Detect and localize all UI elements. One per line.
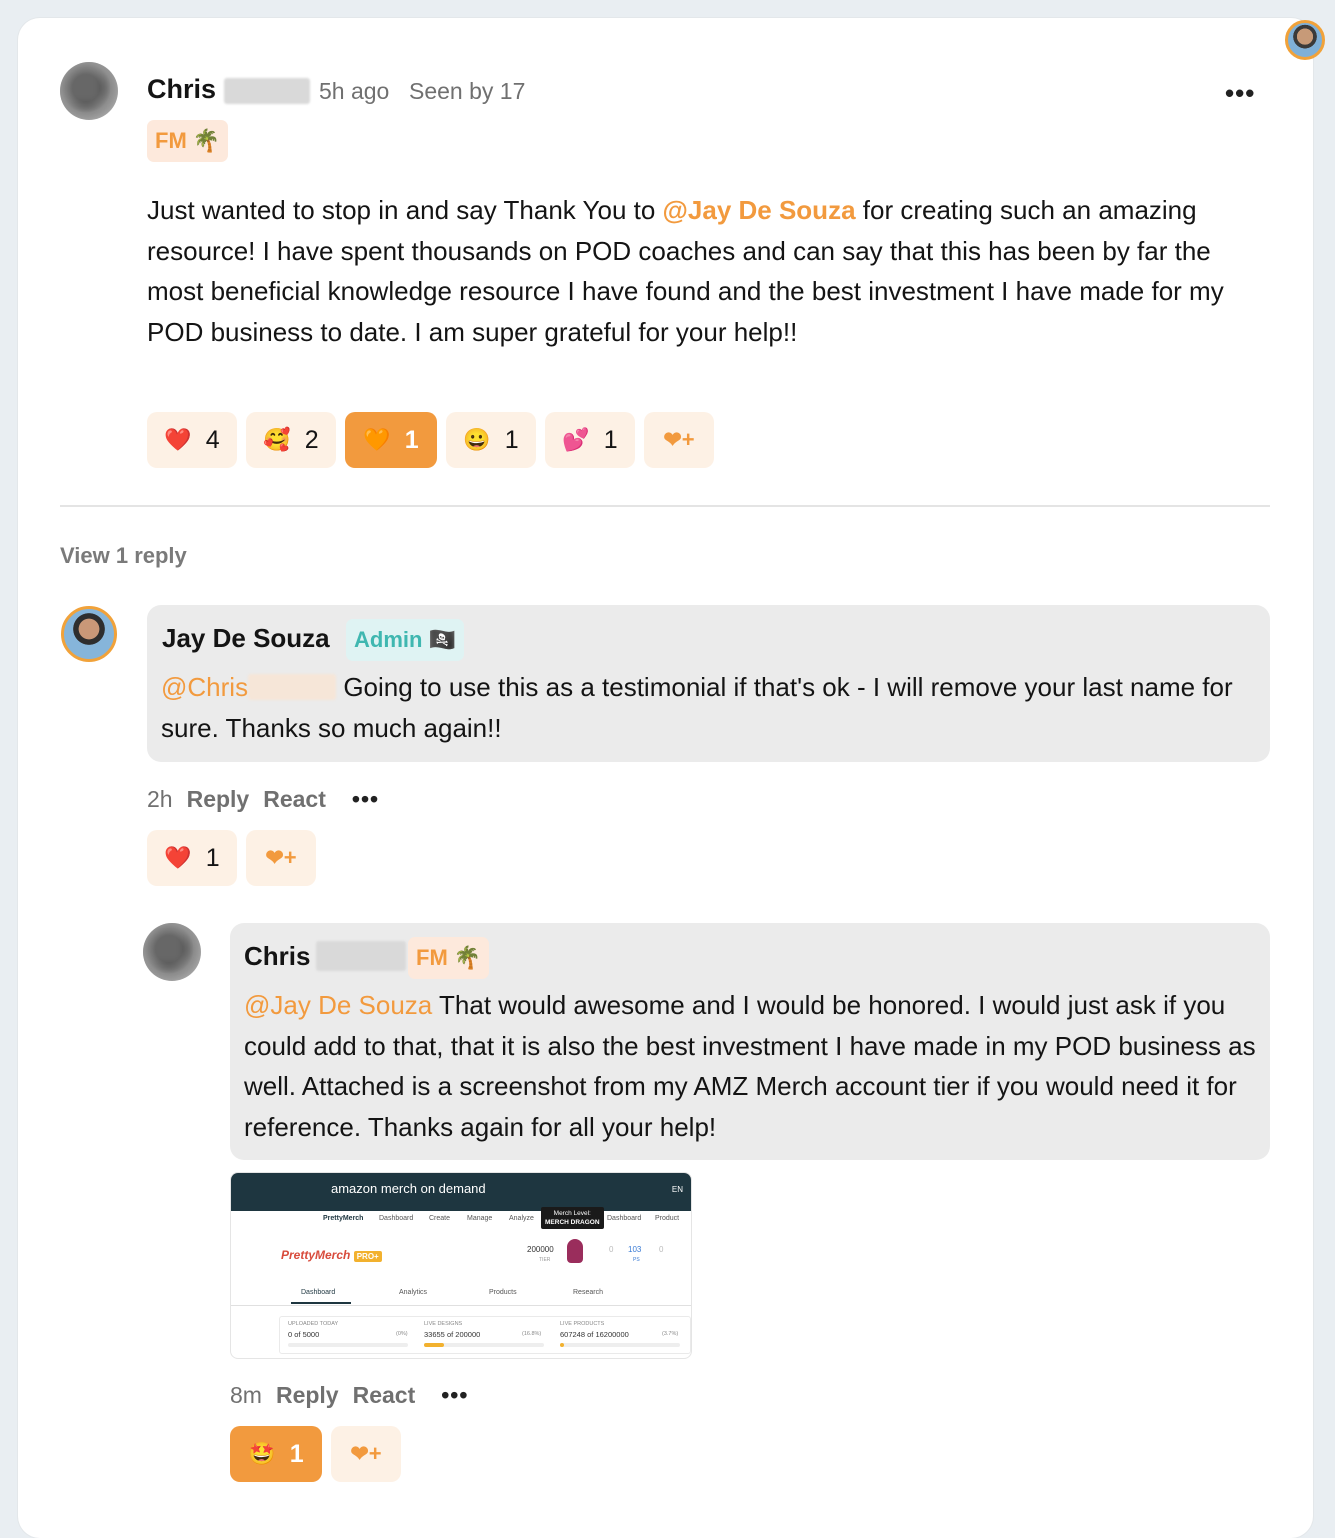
mention-link[interactable]: @Jay De Souza: [244, 990, 432, 1020]
reply-time: 2h: [147, 786, 173, 812]
nested-author-lastname-redacted: [316, 941, 406, 971]
post-time: 5h ago: [319, 78, 390, 104]
nested-reply-author-avatar[interactable]: [143, 923, 201, 981]
attachment-image[interactable]: amazon merch on demand EN PrettyMerch Da…: [230, 1172, 692, 1359]
reaction-smiling-hearts[interactable]: 🥰 2: [246, 412, 336, 468]
mention-link[interactable]: @Jay De Souza: [663, 195, 856, 225]
reaction-heart[interactable]: ❤️ 4: [147, 412, 237, 468]
ps-label: PS: [633, 1257, 640, 1263]
seen-by[interactable]: Seen by 17: [409, 78, 525, 105]
reply-more-button[interactable]: •••: [352, 786, 379, 813]
add-reaction-button[interactable]: ❤+: [331, 1426, 401, 1482]
author-tag: FM 🌴: [147, 120, 229, 162]
reaction-grin[interactable]: 😀 1: [446, 412, 536, 468]
reaction-two-hearts[interactable]: 💕 1: [545, 412, 635, 468]
add-reaction-icon: ❤+: [350, 1441, 382, 1466]
mention-lastname-redacted: [248, 674, 337, 700]
add-reaction-icon: ❤+: [265, 845, 297, 870]
nested-reply-actions: 8m Reply React •••: [230, 1382, 468, 1409]
reaction-heart[interactable]: ❤️ 1: [147, 830, 237, 886]
attachment-brand: amazon merch on demand: [331, 1181, 486, 1196]
nested-reply-author-name[interactable]: Chris: [244, 941, 310, 972]
react-button[interactable]: React: [353, 1382, 416, 1409]
attachment-tabs: Dashboard Analytics Products Research: [231, 1283, 691, 1306]
merch-level-tooltip: Merch Level: MERCH DRAGON: [541, 1207, 604, 1229]
nested-reply-more-button[interactable]: •••: [441, 1382, 468, 1409]
author-name[interactable]: Chris: [147, 74, 216, 105]
react-button[interactable]: React: [263, 786, 326, 813]
orange-heart-icon: 🧡: [363, 427, 391, 452]
dragon-icon: [567, 1239, 583, 1263]
reply-author-name[interactable]: Jay De Souza: [162, 623, 330, 654]
reaction-star-struck[interactable]: 🤩 1: [230, 1426, 322, 1482]
reply-author-avatar[interactable]: [61, 606, 117, 662]
current-user-avatar[interactable]: [1285, 20, 1325, 60]
reply-button[interactable]: Reply: [187, 786, 250, 813]
reply-actions: 2h Reply React •••: [147, 786, 379, 813]
tier-label: TIER: [539, 1257, 551, 1263]
nested-author-tag: FM 🌴: [408, 937, 490, 979]
ps-value: 103: [628, 1245, 642, 1254]
reply-body: @Chris Going to use this as a testimonia…: [161, 672, 1233, 743]
grin-icon: 😀: [463, 427, 491, 452]
post-body: Just wanted to stop in and say Thank You…: [147, 195, 1224, 347]
divider: [60, 505, 1270, 507]
view-replies-link[interactable]: View 1 reply: [60, 543, 187, 569]
add-reaction-button[interactable]: ❤+: [246, 830, 316, 886]
add-reaction-button[interactable]: ❤+: [644, 412, 714, 468]
attachment-lang: EN: [671, 1185, 683, 1194]
admin-tag: Admin 🏴‍☠️: [346, 619, 464, 661]
post-more-button[interactable]: •••: [1225, 78, 1255, 109]
author-avatar[interactable]: [60, 62, 118, 120]
attachment-stats-panel: UPLOADED TODAY 0 of 5000 (0%) LIVE DESIG…: [279, 1316, 691, 1354]
heart-icon: ❤️: [164, 845, 192, 870]
heart-icon: ❤️: [164, 427, 192, 452]
reply-button[interactable]: Reply: [276, 1382, 339, 1409]
prettymerch-logo: PrettyMerch PRO+: [281, 1248, 382, 1262]
author-lastname-redacted: [224, 78, 310, 104]
two-hearts-icon: 💕: [562, 427, 590, 452]
nested-reply-body: @Jay De Souza That would awesome and I w…: [244, 990, 1256, 1142]
nested-reply-time: 8m: [230, 1382, 262, 1408]
smiling-hearts-icon: 🥰: [263, 427, 291, 452]
reaction-orange-heart[interactable]: 🧡 1: [345, 412, 437, 468]
add-reaction-icon: ❤+: [663, 427, 695, 452]
star-struck-icon: 🤩: [248, 1441, 276, 1466]
tier-value: 200000: [527, 1245, 554, 1254]
mention-link[interactable]: @Chris: [161, 672, 248, 702]
